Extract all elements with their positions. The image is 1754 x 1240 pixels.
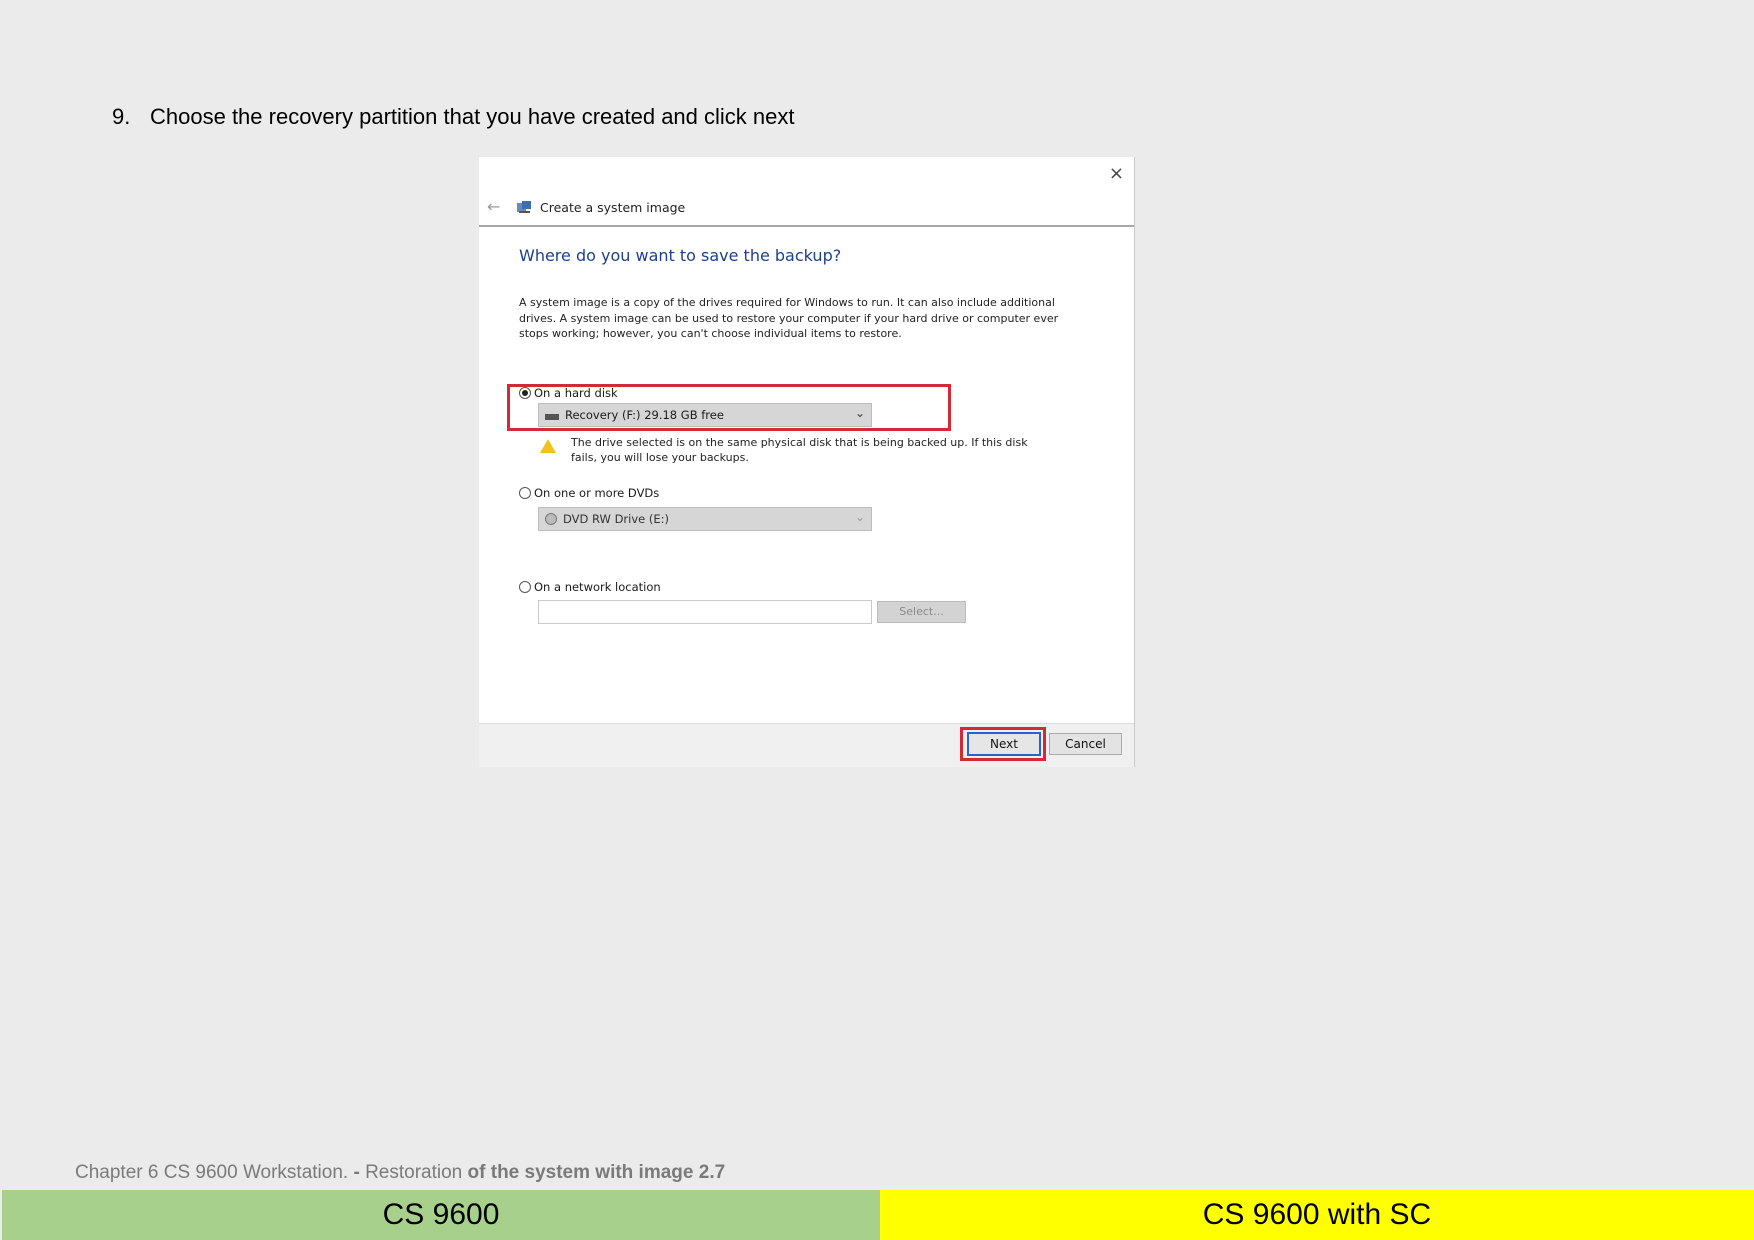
- dialog-heading: Where do you want to save the backup?: [519, 246, 842, 265]
- warning-icon: [540, 439, 556, 453]
- close-icon[interactable]: ×: [1109, 163, 1124, 184]
- dvd-drive-value: DVD RW Drive (E:): [563, 512, 670, 526]
- highlight-box-hard-disk: [507, 384, 951, 431]
- chapter-footer-part-2: -: [348, 1162, 366, 1183]
- back-arrow-icon[interactable]: ←: [487, 197, 500, 216]
- select-button[interactable]: Select...: [877, 601, 966, 623]
- same-disk-warning: The drive selected is on the same physic…: [571, 436, 1028, 464]
- chapter-footer-part-3: Restoration: [365, 1162, 463, 1183]
- highlight-box-next: [960, 727, 1046, 761]
- create-system-image-dialog: × ← Create a system image Where do you w…: [479, 157, 1135, 767]
- network-location-input[interactable]: [538, 600, 872, 624]
- dialog-titlebar: ← Create a system image: [479, 191, 1134, 227]
- chapter-footer-part-1: Chapter 6 CS 9600 Workstation.: [75, 1162, 349, 1183]
- product-band-cs9600-sc: CS 9600 with SC: [880, 1190, 1754, 1240]
- product-band-cs9600: CS 9600: [2, 1190, 880, 1240]
- dialog-title: Create a system image: [540, 200, 686, 215]
- dvds-label: On one or more DVDs: [534, 486, 660, 500]
- chapter-footer: Chapter 6 CS 9600 Workstation. - Restora…: [75, 1162, 725, 1184]
- chapter-footer-part-4: of the system with image 2.7: [462, 1162, 726, 1183]
- step-instruction: 9. Choose the recovery partition that you…: [112, 102, 794, 132]
- dvds-radio[interactable]: [519, 487, 531, 499]
- system-image-icon: [517, 201, 531, 213]
- dvd-drive-icon: [545, 513, 557, 525]
- chevron-down-icon: ⌄: [854, 510, 865, 524]
- dvd-drive-select[interactable]: DVD RW Drive (E:) ⌄: [538, 507, 872, 531]
- option-network[interactable]: On a network location: [519, 580, 661, 594]
- network-label: On a network location: [534, 580, 661, 594]
- step-number: 9.: [112, 104, 131, 129]
- cancel-button[interactable]: Cancel: [1049, 733, 1122, 755]
- option-dvds[interactable]: On one or more DVDs: [519, 486, 659, 500]
- dialog-description: A system image is a copy of the drives r…: [519, 296, 1059, 340]
- network-radio[interactable]: [519, 581, 531, 593]
- step-text: Choose the recovery partition that you h…: [150, 104, 795, 129]
